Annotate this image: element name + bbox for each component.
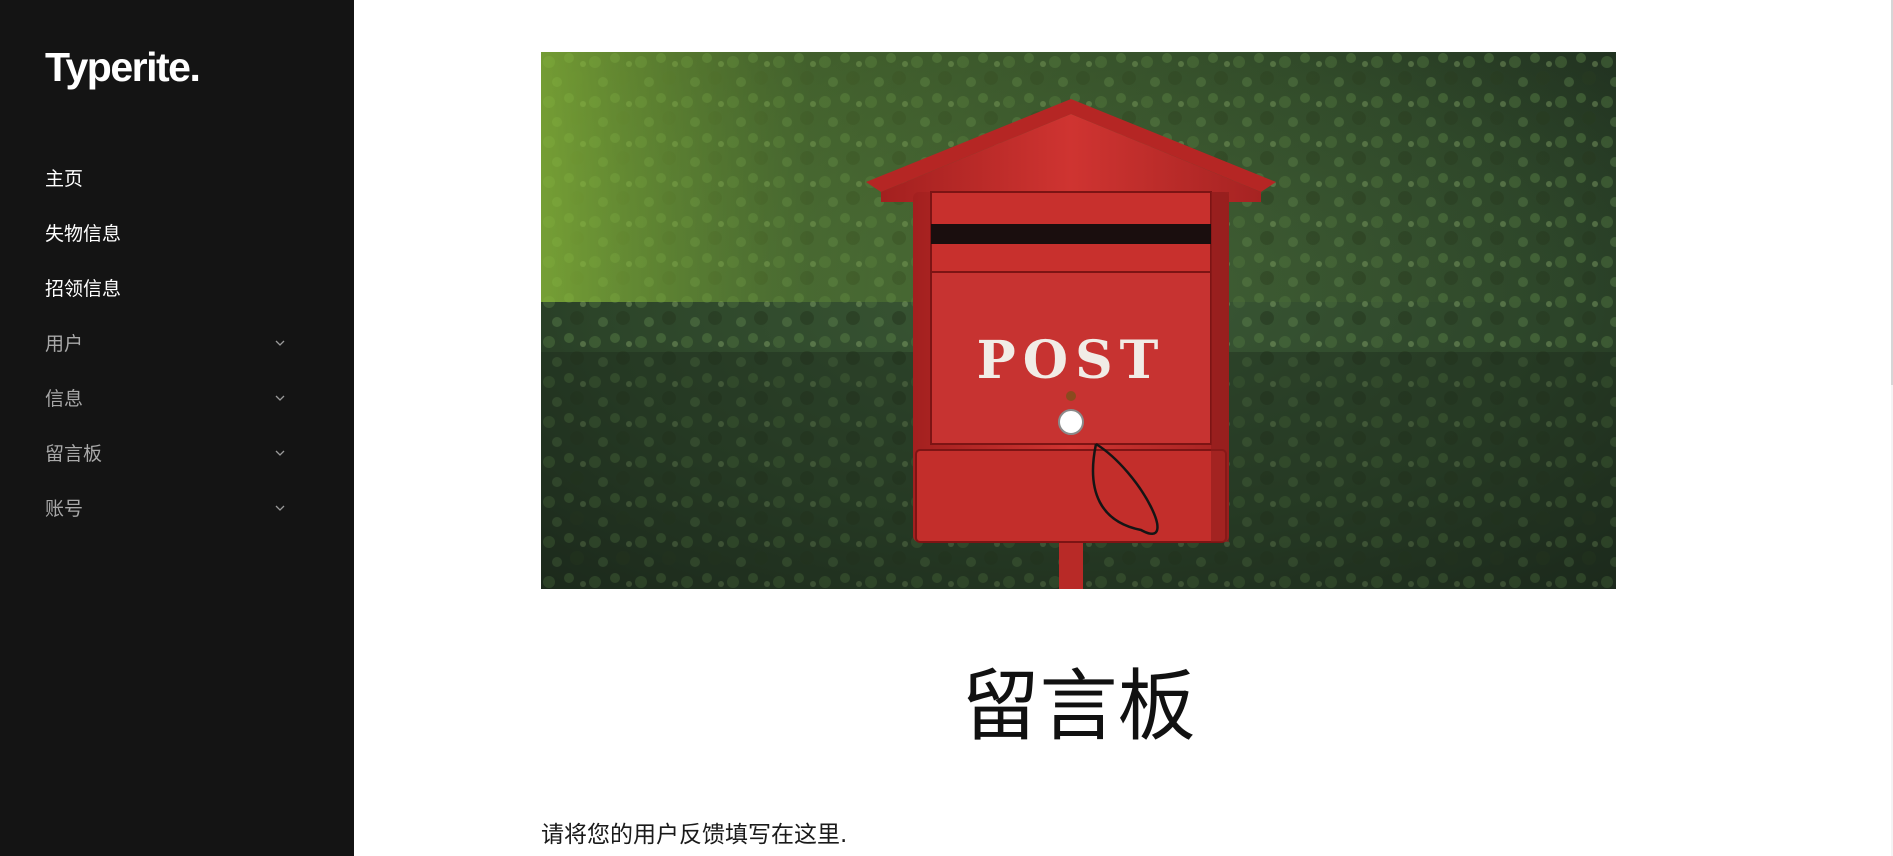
nav-item-lost-items[interactable]: 失物信息	[45, 205, 295, 260]
chevron-down-icon	[275, 395, 285, 401]
chevron-down-icon	[275, 340, 285, 346]
nav-item-label: 招领信息	[45, 278, 122, 300]
nav-item-info[interactable]: 信息	[45, 370, 295, 425]
main-content: POST 留言板 请将您的用户反馈填写在这里.	[354, 0, 1893, 856]
nav-item-label: 用户	[45, 333, 84, 355]
page-description: 请将您的用户反馈填写在这里.	[541, 822, 848, 848]
site-logo[interactable]: Typerite.	[45, 44, 201, 91]
nav-item-label: 账号	[45, 498, 84, 520]
chevron-down-icon	[275, 505, 285, 511]
nav-item-label: 失物信息	[45, 223, 122, 245]
page-title: 留言板	[961, 662, 1196, 752]
nav-item-users[interactable]: 用户	[45, 315, 295, 370]
mailbox-illustration: POST	[541, 52, 1616, 589]
main-nav: 主页 失物信息 招领信息 用户 信息 留言板 账号	[45, 150, 295, 535]
nav-item-account[interactable]: 账号	[45, 480, 295, 535]
mailbox-post-text: POST	[977, 330, 1166, 391]
nav-item-label: 主页	[45, 168, 84, 190]
sidebar: Typerite. 主页 失物信息 招领信息 用户 信息 留言板 账号	[0, 0, 354, 856]
nav-item-label: 留言板	[45, 443, 103, 465]
nav-item-message-board[interactable]: 留言板	[45, 425, 295, 480]
nav-item-found-items[interactable]: 招领信息	[45, 260, 295, 315]
nav-item-home[interactable]: 主页	[45, 150, 295, 205]
nav-item-label: 信息	[45, 388, 84, 410]
hero-image: POST	[541, 52, 1616, 589]
chevron-down-icon	[275, 450, 285, 456]
